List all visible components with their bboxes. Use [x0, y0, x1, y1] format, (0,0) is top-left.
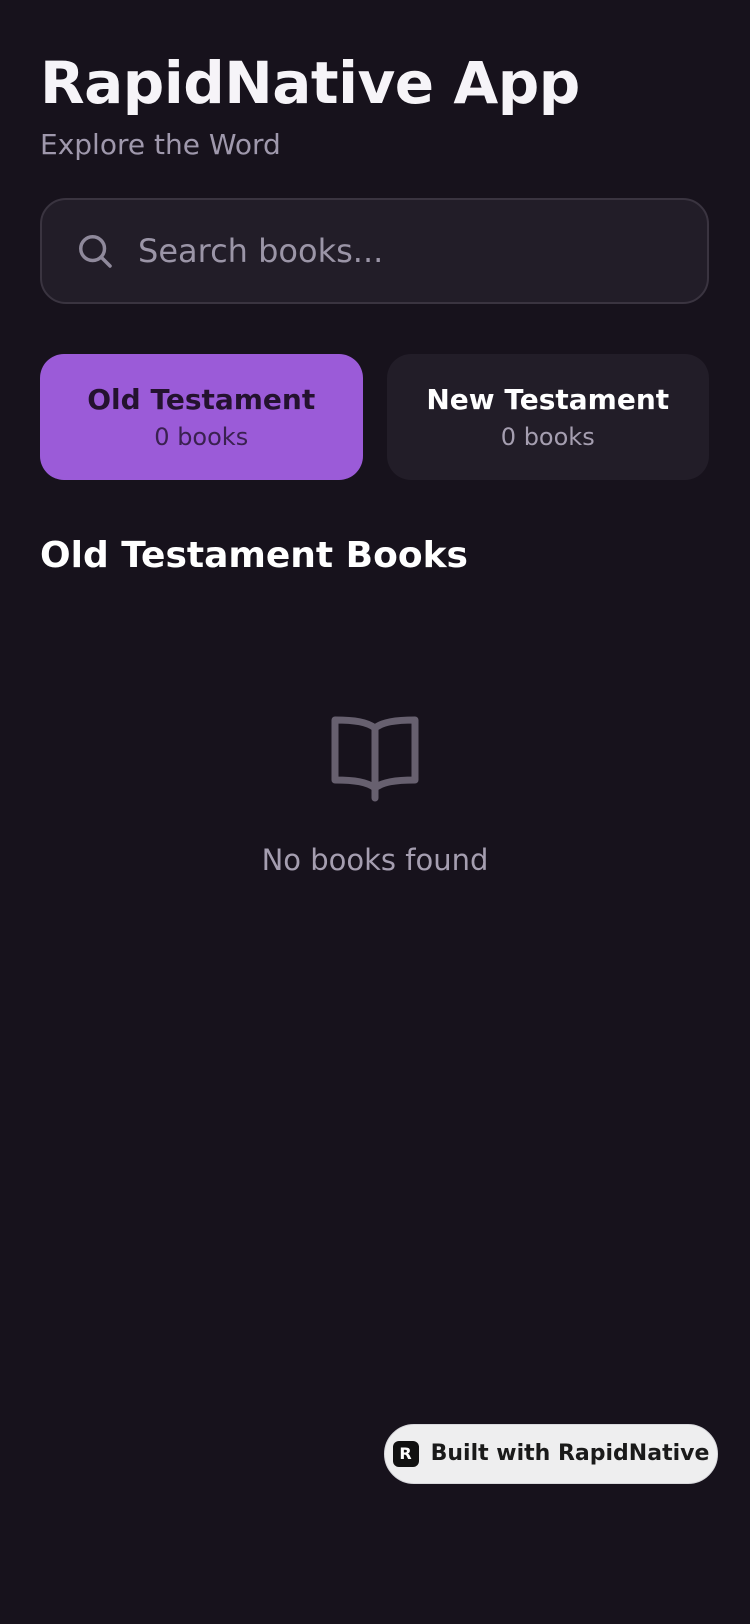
- book-open-icon: [331, 716, 419, 802]
- page-title: RapidNative App: [40, 49, 580, 117]
- empty-state-message: No books found: [261, 843, 489, 877]
- page-subtitle: Explore the Word: [40, 128, 281, 161]
- tab-new-testament[interactable]: New Testament 0 books: [386, 354, 709, 480]
- header: RapidNative App Explore the Word: [40, 48, 580, 162]
- badge-label: Built with RapidNative: [430, 1441, 710, 1466]
- built-with-badge[interactable]: R Built with RapidNative: [384, 1424, 718, 1484]
- search-icon: [79, 235, 112, 268]
- tab-old-testament[interactable]: Old Testament 0 books: [40, 354, 363, 480]
- search-input[interactable]: [138, 221, 678, 281]
- tab-label: New Testament: [426, 383, 670, 416]
- tab-book-count: 0 books: [500, 423, 595, 451]
- rapidnative-logo-icon: R: [392, 1441, 419, 1467]
- tab-label: Old Testament: [87, 383, 316, 416]
- empty-state: No books found: [0, 714, 750, 878]
- testament-tabs: Old Testament 0 books New Testament 0 bo…: [40, 354, 709, 480]
- tab-book-count: 0 books: [154, 423, 249, 451]
- section-title: Old Testament Books: [40, 535, 468, 576]
- search-bar[interactable]: [40, 198, 709, 304]
